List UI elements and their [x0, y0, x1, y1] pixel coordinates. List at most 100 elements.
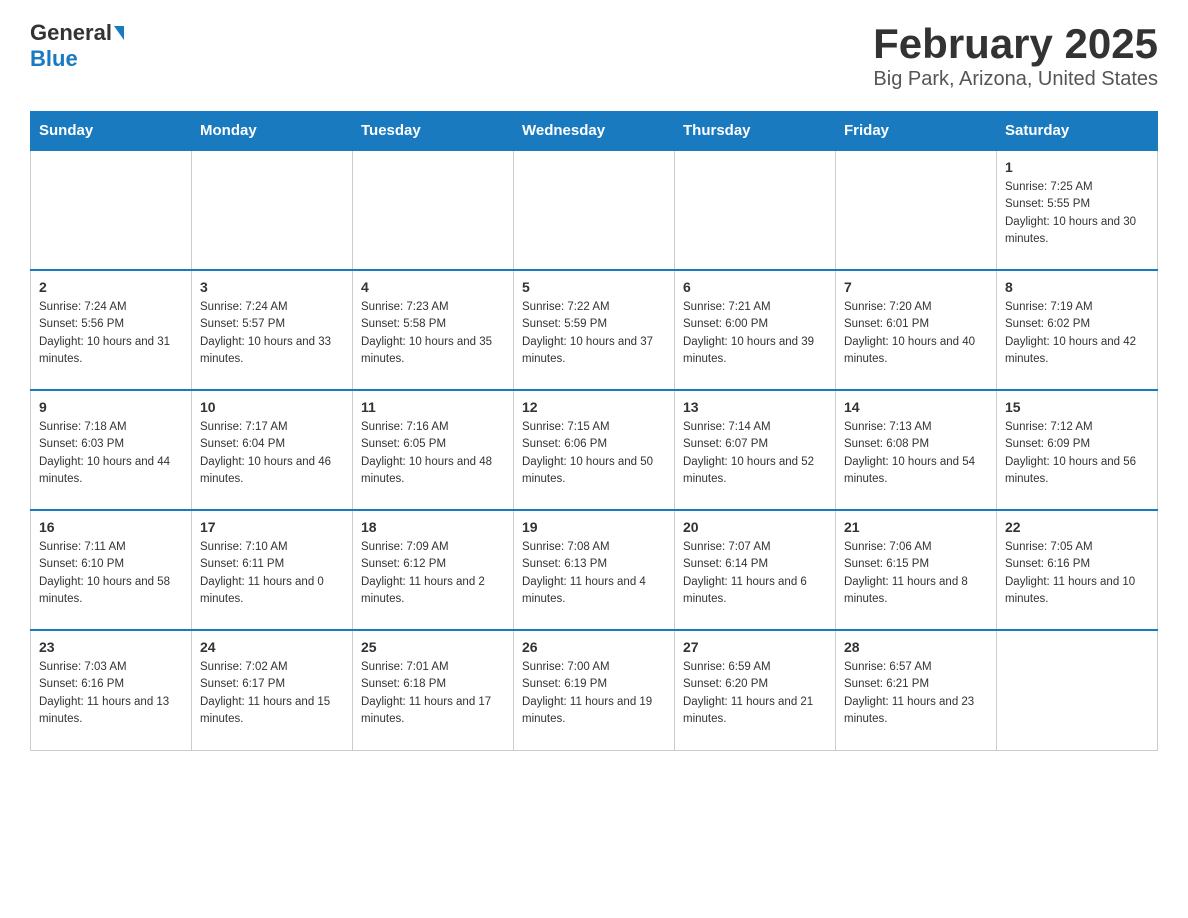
day-number: 22: [1005, 519, 1149, 535]
page-header: General Blue February 2025 Big Park, Ari…: [30, 20, 1158, 91]
calendar-cell: 9 Sunrise: 7:18 AMSunset: 6:03 PMDaylight…: [31, 390, 192, 510]
logo-blue-text: Blue: [30, 46, 78, 71]
calendar-cell: [997, 630, 1158, 750]
day-info: Sunrise: 7:08 AMSunset: 6:13 PMDaylight:…: [522, 539, 666, 608]
day-number: 4: [361, 279, 505, 295]
calendar-day-header: Tuesday: [353, 112, 514, 151]
calendar-cell: [836, 150, 997, 270]
calendar-cell: 21 Sunrise: 7:06 AMSunset: 6:15 PMDayligh…: [836, 510, 997, 630]
day-info: Sunrise: 7:00 AMSunset: 6:19 PMDaylight:…: [522, 659, 666, 728]
calendar-cell: 24 Sunrise: 7:02 AMSunset: 6:17 PMDayligh…: [192, 630, 353, 750]
day-info: Sunrise: 7:06 AMSunset: 6:15 PMDaylight:…: [844, 539, 988, 608]
day-info: Sunrise: 7:22 AMSunset: 5:59 PMDaylight:…: [522, 299, 666, 368]
day-info: Sunrise: 7:10 AMSunset: 6:11 PMDaylight:…: [200, 539, 344, 608]
calendar-cell: 23Sunrise: 7:03 AMSunset: 6:16 PMDayligh…: [31, 630, 192, 750]
day-number: 1: [1005, 159, 1149, 175]
day-number: 19: [522, 519, 666, 535]
day-number: 12: [522, 399, 666, 415]
calendar-cell: 18 Sunrise: 7:09 AMSunset: 6:12 PMDayligh…: [353, 510, 514, 630]
day-info: Sunrise: 7:07 AMSunset: 6:14 PMDaylight:…: [683, 539, 827, 608]
day-info: Sunrise: 7:12 AMSunset: 6:09 PMDaylight:…: [1005, 419, 1149, 488]
day-info: Sunrise: 7:14 AMSunset: 6:07 PMDaylight:…: [683, 419, 827, 488]
calendar-day-header: Monday: [192, 112, 353, 151]
day-number: 17: [200, 519, 344, 535]
calendar-cell: 7 Sunrise: 7:20 AMSunset: 6:01 PMDaylight…: [836, 270, 997, 390]
logo-general-text: General: [30, 20, 112, 46]
day-number: 11: [361, 399, 505, 415]
day-number: 21: [844, 519, 988, 535]
calendar-cell: 12 Sunrise: 7:15 AMSunset: 6:06 PMDayligh…: [514, 390, 675, 510]
day-number: 20: [683, 519, 827, 535]
day-number: 24: [200, 639, 344, 655]
day-number: 27: [683, 639, 827, 655]
day-number: 7: [844, 279, 988, 295]
day-number: 23: [39, 639, 183, 655]
day-info: Sunrise: 6:59 AMSunset: 6:20 PMDaylight:…: [683, 659, 827, 728]
calendar-cell: 28 Sunrise: 6:57 AMSunset: 6:21 PMDayligh…: [836, 630, 997, 750]
calendar-cell: 20 Sunrise: 7:07 AMSunset: 6:14 PMDayligh…: [675, 510, 836, 630]
day-number: 6: [683, 279, 827, 295]
day-info: Sunrise: 7:25 AMSunset: 5:55 PMDaylight:…: [1005, 179, 1149, 248]
calendar-table: SundayMondayTuesdayWednesdayThursdayFrid…: [30, 111, 1158, 751]
day-info: Sunrise: 7:05 AMSunset: 6:16 PMDaylight:…: [1005, 539, 1149, 608]
calendar-cell: 26 Sunrise: 7:00 AMSunset: 6:19 PMDayligh…: [514, 630, 675, 750]
day-number: 13: [683, 399, 827, 415]
day-info: Sunrise: 7:23 AMSunset: 5:58 PMDaylight:…: [361, 299, 505, 368]
calendar-cell: 13 Sunrise: 7:14 AMSunset: 6:07 PMDayligh…: [675, 390, 836, 510]
calendar-cell: 25 Sunrise: 7:01 AMSunset: 6:18 PMDayligh…: [353, 630, 514, 750]
day-info: Sunrise: 7:21 AMSunset: 6:00 PMDaylight:…: [683, 299, 827, 368]
calendar-cell: [514, 150, 675, 270]
day-info: Sunrise: 7:24 AMSunset: 5:56 PMDaylight:…: [39, 299, 183, 368]
calendar-cell: 16 Sunrise: 7:11 AMSunset: 6:10 PMDayligh…: [31, 510, 192, 630]
calendar-cell: [675, 150, 836, 270]
day-info: Sunrise: 7:17 AMSunset: 6:04 PMDaylight:…: [200, 419, 344, 488]
day-number: 3: [200, 279, 344, 295]
day-number: 28: [844, 639, 988, 655]
day-number: 5: [522, 279, 666, 295]
day-number: 18: [361, 519, 505, 535]
day-info: Sunrise: 7:20 AMSunset: 6:01 PMDaylight:…: [844, 299, 988, 368]
calendar-cell: 1 Sunrise: 7:25 AMSunset: 5:55 PMDaylight…: [997, 150, 1158, 270]
week-row: 9 Sunrise: 7:18 AMSunset: 6:03 PMDaylight…: [31, 390, 1158, 510]
calendar-cell: 19 Sunrise: 7:08 AMSunset: 6:13 PMDayligh…: [514, 510, 675, 630]
day-number: 8: [1005, 279, 1149, 295]
calendar-cell: 22 Sunrise: 7:05 AMSunset: 6:16 PMDayligh…: [997, 510, 1158, 630]
day-number: 26: [522, 639, 666, 655]
calendar-day-header: Friday: [836, 112, 997, 151]
day-info: Sunrise: 7:13 AMSunset: 6:08 PMDaylight:…: [844, 419, 988, 488]
day-info: Sunrise: 7:16 AMSunset: 6:05 PMDaylight:…: [361, 419, 505, 488]
day-info: Sunrise: 7:01 AMSunset: 6:18 PMDaylight:…: [361, 659, 505, 728]
day-number: 15: [1005, 399, 1149, 415]
day-info: Sunrise: 7:02 AMSunset: 6:17 PMDaylight:…: [200, 659, 344, 728]
week-row: 16 Sunrise: 7:11 AMSunset: 6:10 PMDayligh…: [31, 510, 1158, 630]
title-area: February 2025 Big Park, Arizona, United …: [873, 20, 1158, 91]
calendar-cell: 8 Sunrise: 7:19 AMSunset: 6:02 PMDaylight…: [997, 270, 1158, 390]
day-number: 10: [200, 399, 344, 415]
day-info: Sunrise: 7:19 AMSunset: 6:02 PMDaylight:…: [1005, 299, 1149, 368]
calendar-header-row: SundayMondayTuesdayWednesdayThursdayFrid…: [31, 112, 1158, 151]
calendar-day-header: Wednesday: [514, 112, 675, 151]
day-number: 9: [39, 399, 183, 415]
calendar-cell: 6 Sunrise: 7:21 AMSunset: 6:00 PMDaylight…: [675, 270, 836, 390]
day-number: 14: [844, 399, 988, 415]
calendar-cell: 3 Sunrise: 7:24 AMSunset: 5:57 PMDaylight…: [192, 270, 353, 390]
day-info: Sunrise: 6:57 AMSunset: 6:21 PMDaylight:…: [844, 659, 988, 728]
calendar-cell: [353, 150, 514, 270]
day-info: Sunrise: 7:09 AMSunset: 6:12 PMDaylight:…: [361, 539, 505, 608]
day-info: Sunrise: 7:11 AMSunset: 6:10 PMDaylight:…: [39, 539, 183, 608]
week-row: 2Sunrise: 7:24 AMSunset: 5:56 PMDaylight…: [31, 270, 1158, 390]
calendar-day-header: Saturday: [997, 112, 1158, 151]
calendar-cell: 15 Sunrise: 7:12 AMSunset: 6:09 PMDayligh…: [997, 390, 1158, 510]
day-info: Sunrise: 7:18 AMSunset: 6:03 PMDaylight:…: [39, 419, 183, 488]
page-subtitle: Big Park, Arizona, United States: [873, 68, 1158, 91]
day-info: Sunrise: 7:24 AMSunset: 5:57 PMDaylight:…: [200, 299, 344, 368]
day-info: Sunrise: 7:15 AMSunset: 6:06 PMDaylight:…: [522, 419, 666, 488]
page-title: February 2025: [873, 20, 1158, 68]
calendar-cell: 5 Sunrise: 7:22 AMSunset: 5:59 PMDaylight…: [514, 270, 675, 390]
day-number: 16: [39, 519, 183, 535]
calendar-cell: 17 Sunrise: 7:10 AMSunset: 6:11 PMDayligh…: [192, 510, 353, 630]
calendar-cell: [31, 150, 192, 270]
day-number: 25: [361, 639, 505, 655]
logo: General Blue: [30, 20, 124, 72]
calendar-cell: 11 Sunrise: 7:16 AMSunset: 6:05 PMDayligh…: [353, 390, 514, 510]
